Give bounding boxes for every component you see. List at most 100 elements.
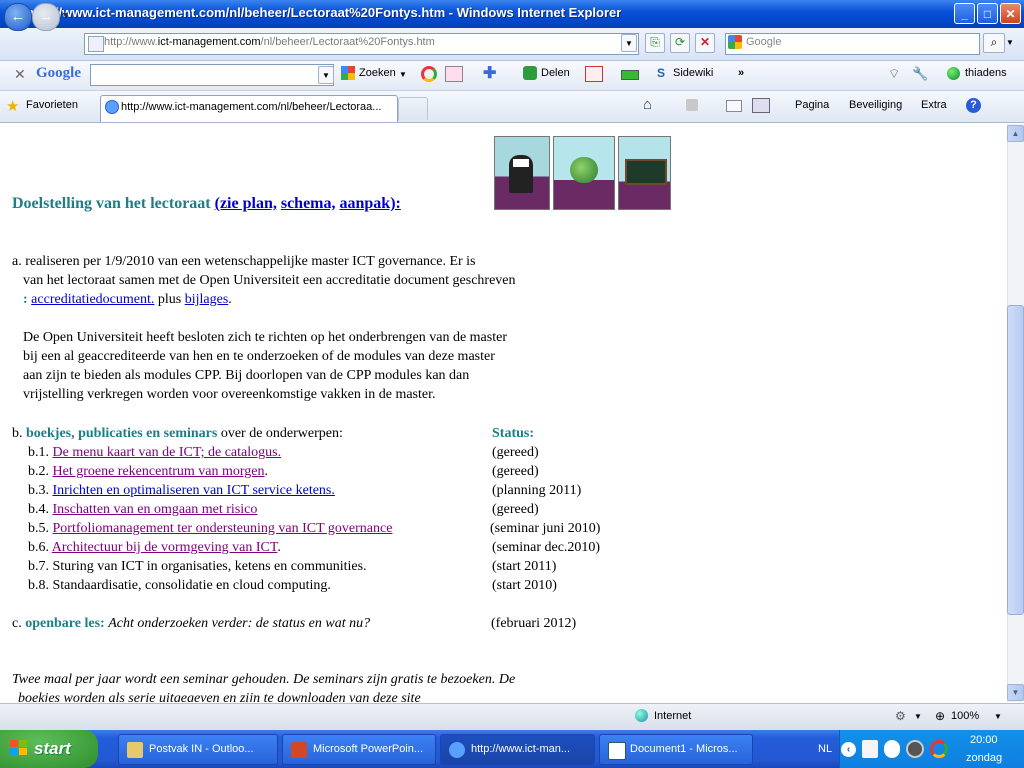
list-item: b.4. Inschatten van en omgaan met risico (28, 502, 258, 517)
book-cover-1[interactable] (494, 136, 550, 210)
item-b2-link[interactable]: Het groene rekencentrum van morgen (53, 464, 265, 479)
status-cell: (start 2010) (492, 578, 557, 593)
search-options-icon[interactable]: ▼ (1006, 38, 1014, 47)
close-button[interactable]: ✕ (1000, 3, 1021, 24)
status-cell: (seminar dec.2010) (492, 540, 601, 555)
status-bar (0, 703, 1024, 731)
accessibility-icon[interactable] (884, 740, 900, 758)
minimize-button[interactable]: _ (954, 3, 975, 24)
plan-link[interactable]: (zie plan, (215, 195, 277, 212)
item-c-title: openbare les: (25, 616, 105, 631)
feeds-icon[interactable] (686, 99, 698, 111)
chrome-tray-icon[interactable] (930, 740, 948, 758)
item-b4-link[interactable]: Inschatten van en omgaan met risico (53, 502, 258, 517)
security-menu[interactable]: Beveiliging (849, 99, 902, 111)
ou-line-1: De Open Universiteit heeft besloten zich… (23, 330, 507, 345)
share-button[interactable]: Delen (541, 67, 570, 79)
task-word[interactable]: Document1 - Micros... (599, 734, 753, 765)
history-dropdown-icon[interactable]: ▼ (61, 10, 70, 20)
help-icon[interactable]: ? (966, 98, 981, 113)
item-a-dot: . (228, 292, 232, 307)
security-zone: Internet (654, 710, 692, 722)
item-b-header: b. boekjes, publicaties en seminars over… (12, 424, 343, 443)
schema-link[interactable]: schema, (281, 195, 336, 212)
address-text[interactable]: http://www.ict-management.com/nl/beheer/… (104, 36, 435, 48)
google-search-dropdown-icon[interactable]: ▼ (318, 66, 334, 84)
wrench-icon[interactable]: 🔧 (912, 66, 928, 82)
status-cell: (gereed) (492, 445, 539, 460)
share-icon[interactable] (523, 66, 537, 80)
show-hidden-icons-icon[interactable]: ‹ (841, 742, 856, 757)
protected-mode-icon[interactable]: ⚙ (895, 709, 906, 723)
tab-title[interactable]: http://www.ict-management.com/nl/beheer/… (121, 101, 381, 113)
network-icon[interactable] (906, 740, 924, 758)
google-search-button[interactable]: Zoeken (359, 67, 396, 79)
autofill-icon[interactable] (621, 70, 639, 80)
refresh-icon[interactable]: ⟳ (670, 33, 690, 53)
address-dropdown-icon[interactable]: ▼ (621, 34, 637, 52)
status-cell: (gereed) (492, 464, 539, 479)
language-indicator[interactable]: NL (818, 743, 832, 755)
task-powerpoint[interactable]: Microsoft PowerPoin... (282, 734, 436, 765)
search-menu-icon[interactable]: ▼ (399, 70, 407, 79)
stop-icon[interactable]: ✕ (695, 33, 715, 53)
chrome-icon[interactable] (421, 66, 437, 82)
close-toolbar-icon[interactable]: ✕ (14, 66, 26, 83)
add-icon[interactable]: ✚ (483, 63, 496, 83)
book-cover-3[interactable] (618, 136, 671, 210)
item-b6-link[interactable]: Architectuur bij de vormgeving van ICT (52, 540, 278, 555)
list-item: b.6. Architectuur bij de vormgeving van … (28, 540, 281, 555)
compat-view-icon[interactable]: ⎘ (645, 33, 665, 53)
task-internet-explorer[interactable]: http://www.ict-man... (440, 734, 595, 765)
item-b-letter: b. (12, 426, 23, 441)
wifi-icon[interactable]: ⌔ (888, 66, 900, 82)
item-b3-link[interactable]: Inrichten en optimaliseren van ICT servi… (53, 483, 335, 498)
list-item: b.2. Het groene rekencentrum van morgen. (28, 464, 268, 479)
new-tab-button[interactable] (398, 97, 428, 120)
book-cover-2[interactable] (553, 136, 615, 210)
zoom-icon[interactable]: ⊕ (935, 709, 945, 723)
tools-menu[interactable]: Extra (921, 99, 947, 111)
back-button[interactable]: ← (4, 3, 32, 31)
ou-paragraph: De Open Universiteit heeft besloten zich… (23, 328, 507, 404)
more-icon[interactable]: » (738, 67, 744, 79)
list-item: b.8. Standaardisatie, consolidatie en cl… (28, 578, 331, 593)
item-a-letter: a. (12, 254, 22, 269)
protected-mode-dropdown-icon[interactable]: ▼ (914, 712, 922, 721)
heading-text: Doelstelling van het lectoraat (12, 195, 211, 212)
maximize-button[interactable]: □ (977, 3, 998, 24)
search-icon[interactable]: ⌕ (983, 33, 1005, 53)
aanpak-link[interactable]: aanpak): (340, 195, 401, 212)
search-placeholder: Google (746, 36, 782, 48)
accreditatiedocument-link[interactable]: accreditatiedocument. (31, 292, 154, 307)
task-outlook[interactable]: Postvak IN - Outloo... (118, 734, 278, 765)
sidewiki-button[interactable]: Sidewiki (673, 67, 713, 79)
sidewiki-icon[interactable]: S (657, 66, 671, 80)
item-b-list: b.1. De menu kaart van de ICT; de catalo… (28, 443, 392, 595)
tray-app-icon[interactable] (862, 740, 878, 758)
item-b5-link[interactable]: Portfoliomanagement ter ondersteuning va… (53, 521, 393, 536)
favorites-button[interactable]: Favorieten (26, 99, 78, 111)
popup-blocker-icon[interactable] (585, 66, 603, 82)
item-b1-link[interactable]: De menu kaart van de ICT; de catalogus. (53, 445, 282, 460)
status-cell: (seminar juni 2010) (490, 521, 601, 536)
home-icon[interactable]: ⌂ (643, 96, 652, 113)
forward-button[interactable]: → (32, 3, 60, 31)
clock-day[interactable]: zondag (966, 752, 1002, 764)
clock-time[interactable]: 20:00 (970, 734, 998, 746)
scroll-up-button[interactable]: ▲ (1007, 125, 1024, 142)
bookmarks-icon[interactable] (445, 66, 463, 82)
scroll-down-button[interactable]: ▼ (1007, 684, 1024, 701)
zoom-level[interactable]: 100% (951, 710, 979, 722)
scrollbar-thumb[interactable] (1007, 305, 1024, 615)
user-account[interactable]: thiadens (965, 67, 1007, 79)
zoom-dropdown-icon[interactable]: ▼ (994, 712, 1002, 721)
google-search-input[interactable] (90, 64, 334, 86)
item-a: a. realiseren per 1/9/2010 van een weten… (12, 252, 476, 271)
bijlages-link[interactable]: bijlages (185, 292, 229, 307)
item-b-title: boekjes, publicaties en seminars (26, 426, 218, 441)
windows-logo-icon (10, 740, 28, 756)
mail-icon[interactable] (726, 100, 742, 112)
page-menu[interactable]: Pagina (795, 99, 829, 111)
print-icon[interactable] (752, 98, 770, 113)
